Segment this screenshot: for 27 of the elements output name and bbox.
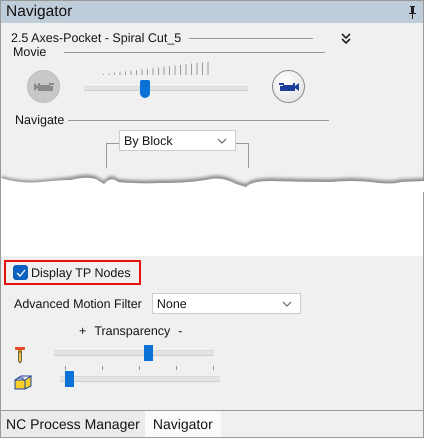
- plus-label: +: [79, 324, 86, 338]
- collapse-icon[interactable]: [341, 32, 351, 44]
- navigate-label: Navigate: [15, 113, 64, 127]
- minus-label: -: [178, 324, 182, 338]
- pin-icon[interactable]: [408, 6, 417, 18]
- navigate-dropdown[interactable]: By Block: [119, 130, 236, 151]
- checkbox[interactable]: [13, 265, 28, 280]
- tab[interactable]: NC Process Manager: [1, 411, 145, 437]
- tab[interactable]: Navigator: [144, 411, 221, 437]
- slider-thumb[interactable]: [144, 345, 154, 361]
- video-camera-icon: [278, 80, 298, 92]
- slider-thumb[interactable]: [140, 80, 150, 98]
- filter-label: Advanced Motion Filter: [14, 296, 142, 310]
- operation-title: 2.5 Axes-Pocket - Spiral Cut_5: [11, 31, 182, 45]
- stock-block-icon: [14, 374, 32, 390]
- movie-label: Movie: [13, 45, 46, 59]
- transparency-label: Transparency: [94, 324, 170, 338]
- window-title: Navigator: [6, 3, 72, 21]
- play-camera-button[interactable]: [272, 70, 305, 103]
- tool-icon: [14, 346, 26, 364]
- check-icon: [16, 268, 26, 276]
- video-camera-icon: [34, 80, 54, 92]
- scale-ticks-icon: [65, 366, 215, 371]
- slider-thumb[interactable]: [64, 371, 74, 387]
- checkbox-label[interactable]: Display TP Nodes: [31, 266, 131, 280]
- filter-dropdown[interactable]: None: [152, 293, 301, 314]
- bracket-line: [236, 143, 249, 168]
